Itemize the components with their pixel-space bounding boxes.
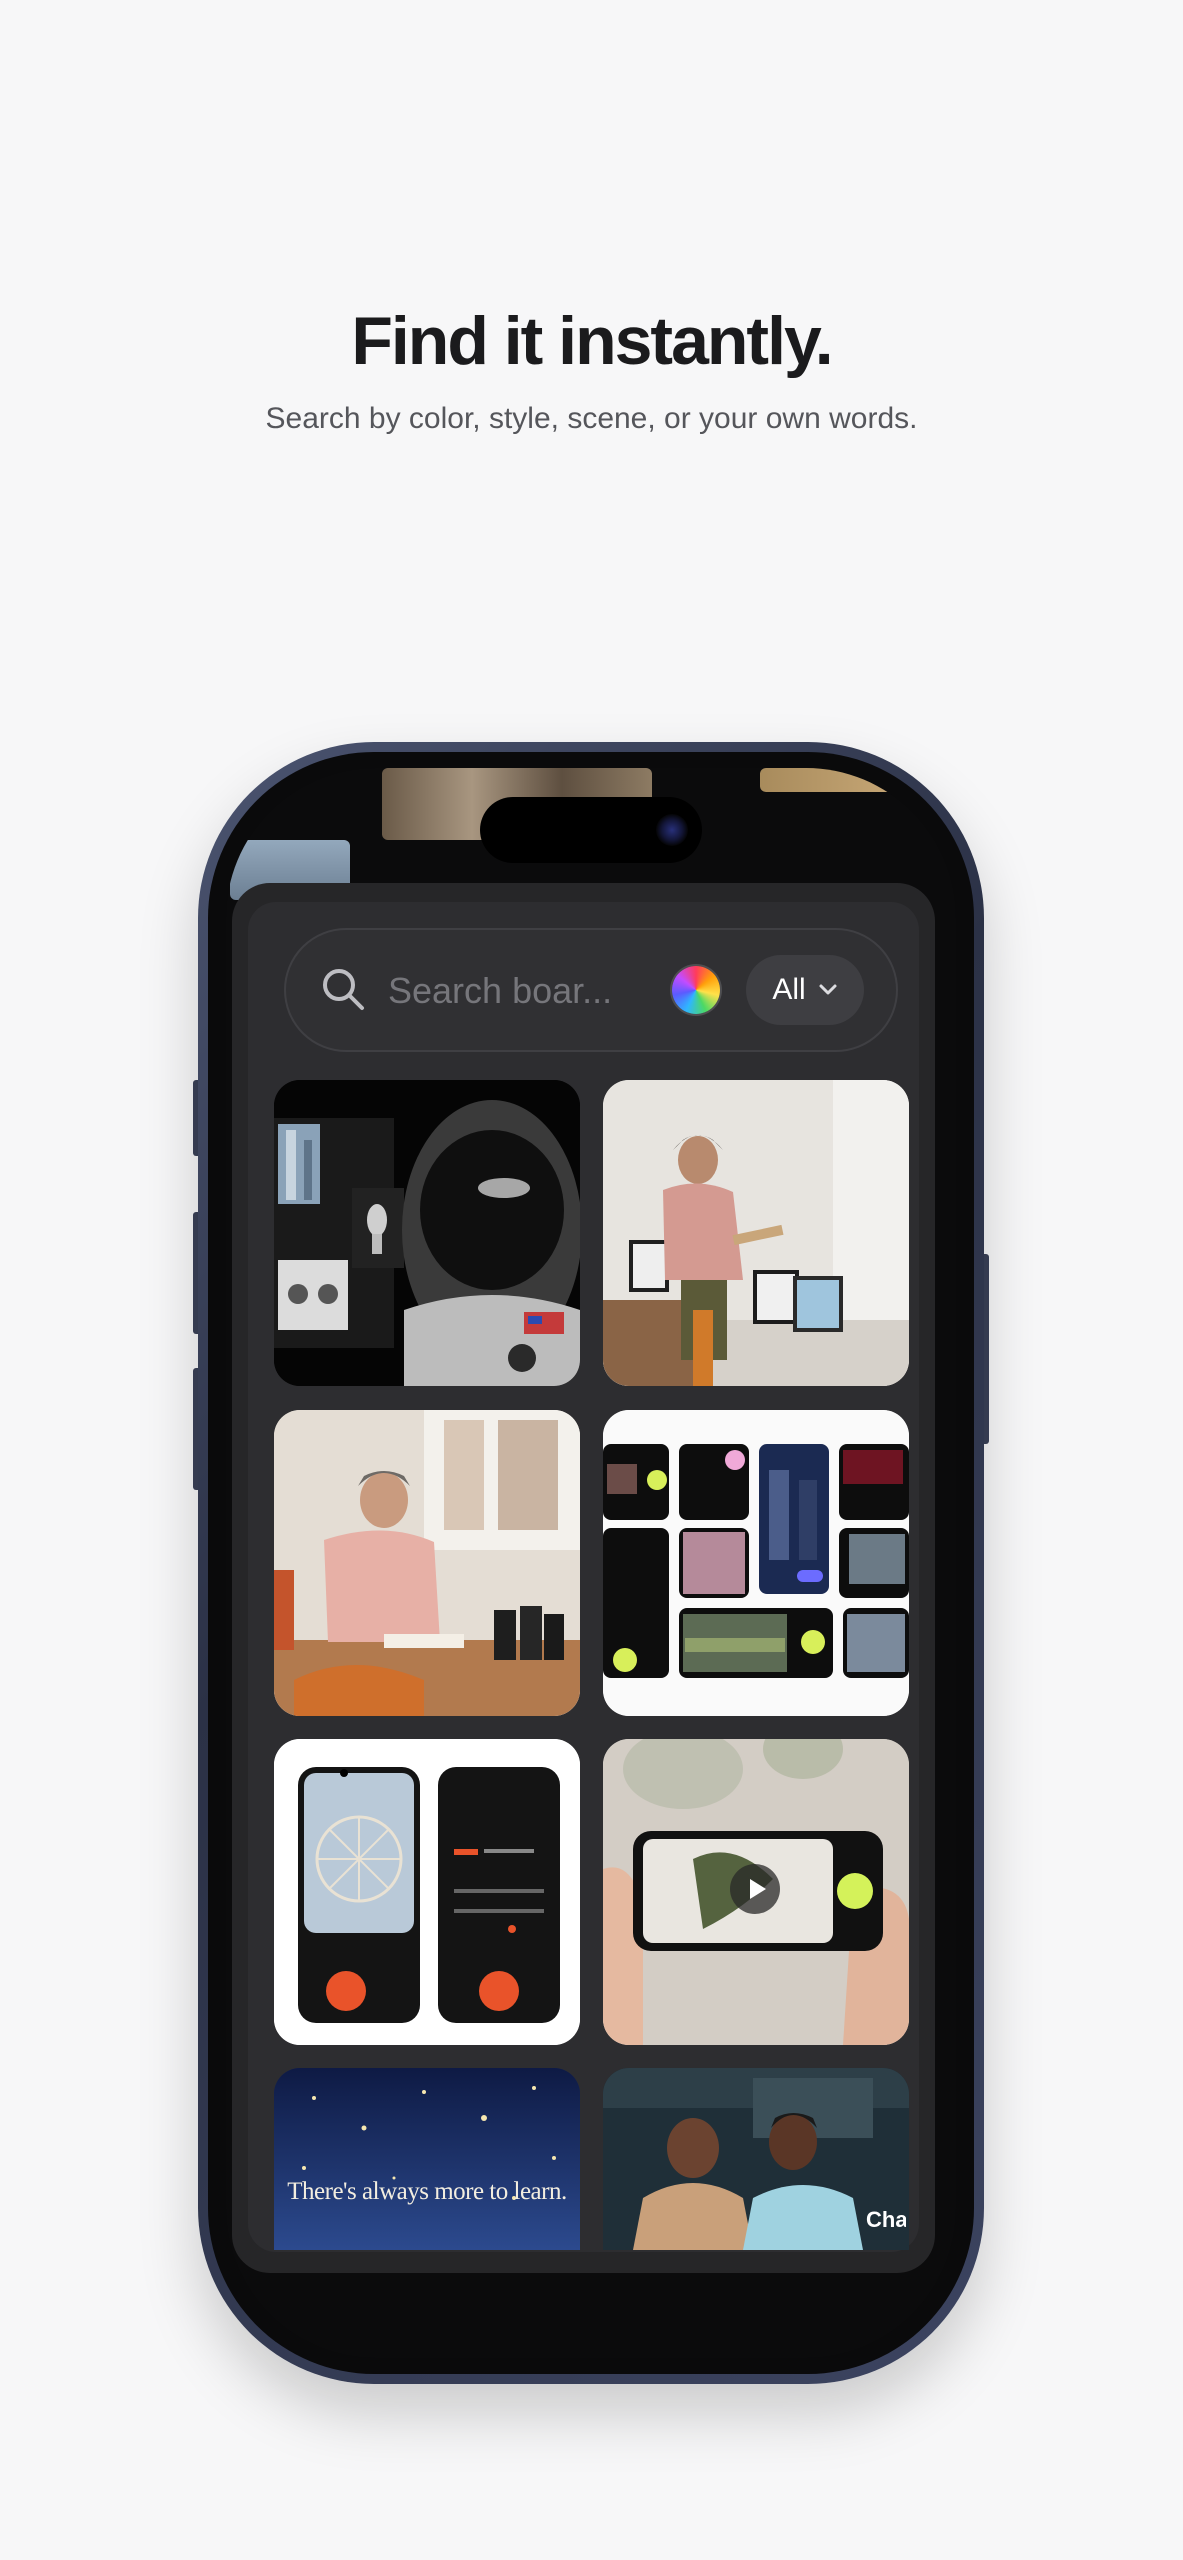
page-subtitle: Search by color, style, scene, or your o… — [265, 402, 918, 435]
people-car-image — [603, 2068, 909, 2250]
grid-item-starry-poster[interactable] — [274, 2068, 580, 2250]
chevron-down-icon — [819, 984, 837, 995]
filter-label: All — [772, 973, 806, 1006]
color-wheel-icon[interactable] — [672, 966, 720, 1014]
man-desk-image — [274, 1410, 580, 1716]
astronaut-image — [274, 1080, 580, 1386]
search-input[interactable] — [386, 966, 630, 1016]
people-car-caption: Chat — [866, 2207, 906, 2232]
filter-dropdown[interactable]: All — [746, 955, 864, 1025]
ferris-wheel-image — [274, 1739, 580, 2045]
play-icon[interactable] — [730, 1864, 780, 1914]
starry-poster-caption: There's always more to learn. — [287, 2178, 567, 2205]
man-notebook-image — [603, 1080, 909, 1386]
starry-poster-image — [274, 2068, 580, 2250]
grid-item-camera-app[interactable] — [603, 1410, 909, 1716]
camera-app-image — [603, 1410, 909, 1716]
grid-item-ferris-wheel[interactable] — [274, 1739, 580, 2045]
grid-item-man-notebook[interactable] — [603, 1080, 909, 1386]
page-title: Find it instantly. — [351, 303, 833, 379]
grid-item-people-car[interactable] — [603, 2068, 909, 2250]
front-camera — [656, 814, 688, 846]
grid-item-astronaut[interactable] — [274, 1080, 580, 1386]
search-icon — [323, 969, 364, 1010]
grid-item-man-desk[interactable] — [274, 1410, 580, 1716]
background-photo — [760, 768, 910, 792]
